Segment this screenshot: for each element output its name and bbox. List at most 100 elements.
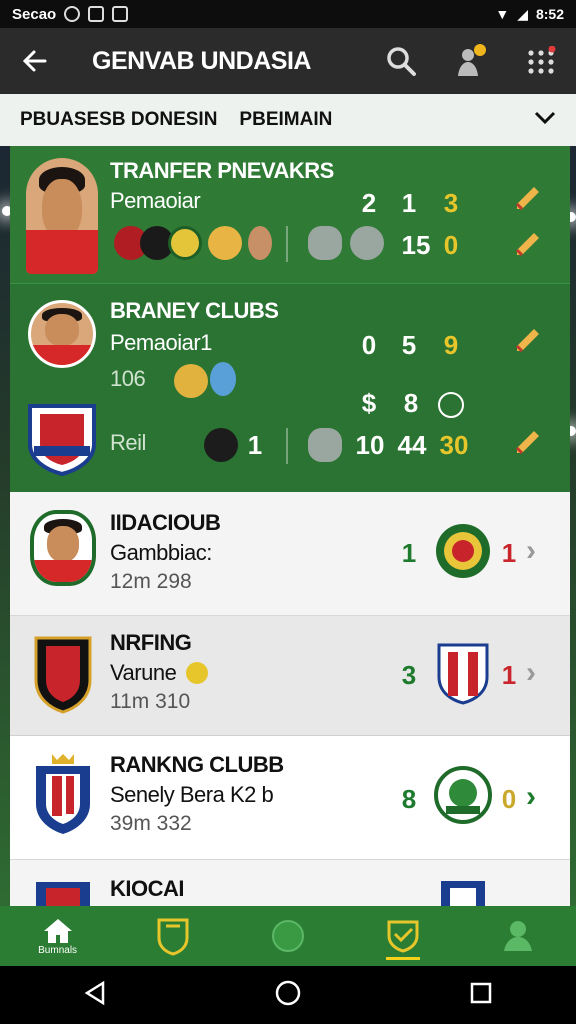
shield-icon	[308, 226, 342, 260]
list-item[interactable]: KIOCAI	[10, 860, 570, 906]
card-title: NRFING	[110, 630, 192, 655]
club-crest-icon	[434, 522, 492, 580]
nav-club[interactable]	[133, 906, 213, 966]
stat-value: 1	[401, 538, 417, 568]
stat-value: 0	[501, 784, 517, 814]
nav-profile[interactable]	[478, 906, 558, 966]
card-title: TRANFER PNEVAKRS	[110, 158, 334, 183]
chevron-right-icon[interactable]: ›	[526, 656, 536, 690]
chevron-right-icon[interactable]: ›	[526, 780, 536, 814]
nav-home[interactable]: Bumnals	[18, 906, 98, 966]
search-button[interactable]	[384, 44, 418, 78]
stat-value: 0	[443, 230, 459, 260]
grid-icon	[528, 46, 556, 74]
row-label: Reil	[110, 430, 146, 455]
nav-home-label: Bumnals	[38, 944, 78, 956]
ball-icon	[186, 662, 208, 684]
home-icon	[43, 918, 72, 943]
player-avatar	[28, 300, 96, 368]
notification-icon	[64, 6, 81, 22]
system-home-button[interactable]	[274, 979, 302, 1012]
list-item[interactable]: RANKNG CLUBB Senely Bera K2 b 39m 332 8 …	[10, 736, 570, 860]
list-item[interactable]: TRANFER PNEVAKRS Pemaoiar 2 1 3 15 0	[10, 146, 570, 284]
card-title: BRANEY CLUBS	[110, 298, 279, 323]
gear-icon	[350, 226, 384, 260]
player-mini-avatar	[208, 226, 242, 260]
stat-value: 8	[401, 784, 417, 814]
square-recents-icon	[470, 982, 491, 1003]
player-mini-avatar	[210, 362, 236, 396]
app-bar: GENVAB UNDASIA	[0, 28, 576, 94]
triangle-back-icon	[84, 980, 105, 1005]
filter-tab-1[interactable]: PBUASESB DONESIN	[20, 109, 217, 131]
card-subtitle: Pemaoiar1	[110, 330, 212, 355]
chevron-right-icon[interactable]: ›	[526, 534, 536, 568]
status-time: 8:52	[535, 6, 564, 22]
filter-dropdown-button[interactable]	[534, 109, 556, 131]
shield-icon	[308, 428, 342, 462]
filter-row: PBUASESB DONESIN PBEIMAIN	[0, 94, 576, 146]
club-list[interactable]: TRANFER PNEVAKRS Pemaoiar 2 1 3 15 0 BRA…	[10, 146, 570, 906]
player-mini-avatar	[248, 226, 272, 260]
club-crest-icon	[32, 878, 94, 906]
edit-icon[interactable]	[514, 228, 542, 256]
club-crest-icon	[32, 634, 94, 714]
stat-value: 10	[355, 430, 385, 460]
stat-value: 9	[443, 330, 459, 360]
stat-icon: 8	[403, 388, 419, 418]
card-extra: 106	[110, 366, 146, 391]
filter-tab-2[interactable]: PBEIMAIN	[239, 109, 332, 131]
player-avatar	[30, 510, 96, 586]
stat-value: 15	[401, 230, 431, 260]
card-subtitle: Pemaoiar	[110, 188, 201, 213]
card-subtitle: Gambbiac:	[110, 540, 212, 565]
profile-button[interactable]	[454, 44, 488, 78]
status-bar: Secao ▼ ◢ 8:52	[0, 0, 576, 28]
nav-match[interactable]	[248, 906, 328, 966]
card-title: KIOCAI	[110, 876, 185, 901]
ball-icon	[204, 428, 238, 462]
card-subtitle: Senely Bera K2 b	[110, 782, 274, 807]
club-crest-icon	[436, 642, 490, 706]
stat-value: 3	[401, 660, 417, 690]
stat-value: 0	[361, 330, 377, 360]
card-subtitle: Varune	[110, 660, 177, 685]
player-icon	[458, 44, 486, 76]
currency-icon: $	[361, 388, 377, 418]
wifi-icon: ▼	[495, 6, 510, 22]
system-recents-button[interactable]	[469, 981, 493, 1010]
status-carrier: Secao	[12, 5, 57, 23]
stat-value: 3	[443, 188, 459, 218]
stat-value: 1	[501, 660, 517, 690]
back-button[interactable]	[18, 44, 52, 78]
stat-value: 1	[247, 430, 263, 460]
edit-icon[interactable]	[514, 324, 542, 352]
trophy-icon	[174, 364, 208, 398]
stat-value: 2	[361, 188, 377, 218]
club-crest-icon	[26, 402, 98, 476]
stat-value: 1	[401, 188, 417, 218]
signal-icon: ◢	[517, 5, 528, 22]
search-icon	[387, 47, 416, 76]
apps-button[interactable]	[524, 44, 558, 78]
club-badge-icon	[168, 226, 202, 260]
stat-value: 44	[397, 430, 427, 460]
bottom-navigation: Bumnals	[0, 906, 576, 966]
stat-value: 5	[401, 330, 417, 360]
system-navigation	[0, 966, 576, 1024]
nav-transfers[interactable]	[363, 906, 443, 966]
shop-icon	[112, 6, 129, 22]
system-back-button[interactable]	[83, 980, 107, 1011]
card-meta: 39m 332	[110, 812, 192, 835]
back-arrow-icon	[22, 50, 47, 72]
card-title: IIDACIOUB	[110, 510, 221, 535]
chevron-down-icon	[534, 111, 556, 125]
player-avatar	[26, 158, 98, 274]
stat-value: 1	[501, 538, 517, 568]
list-item[interactable]: IIDACIOUB Gambbiac: 12m 298 1 1 ›	[10, 492, 570, 616]
stat-value: 30	[439, 430, 469, 460]
list-item[interactable]: NRFING Varune 11m 310 3 1 ›	[10, 616, 570, 736]
list-item[interactable]: BRANEY CLUBS Pemaoiar1 106 0 5 9 Reil 1 …	[10, 284, 570, 492]
edit-icon[interactable]	[514, 426, 542, 454]
edit-icon[interactable]	[514, 182, 542, 210]
